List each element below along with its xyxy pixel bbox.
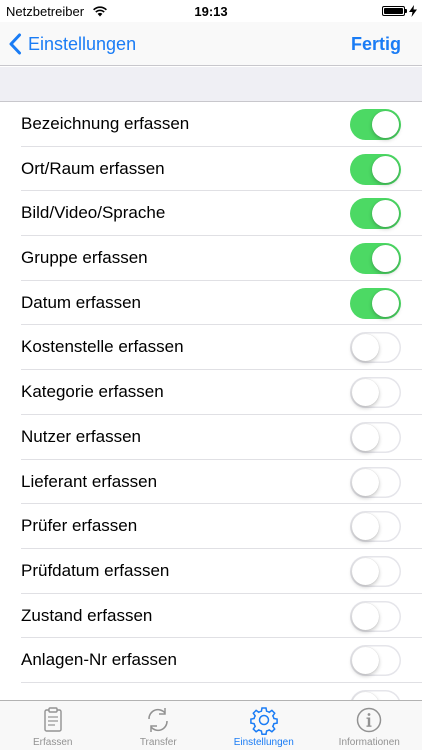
section-header-gap (0, 67, 422, 102)
back-button-label: Einstellungen (28, 33, 137, 54)
toggle-knob (352, 602, 379, 630)
settings-row: Prüfer erfassen (0, 504, 422, 549)
settings-row-label: Ort/Raum erfassen (21, 158, 165, 178)
settings-row-label: Gruppe erfassen (21, 248, 148, 268)
status-time: 19:13 (194, 4, 228, 19)
settings-row: Datum erfassen (0, 281, 422, 326)
settings-row-label: Zustand erfassen (21, 605, 153, 625)
settings-row-label: Nutzer erfassen (21, 426, 141, 446)
toggle-switch[interactable] (350, 153, 401, 185)
toggle-switch[interactable] (350, 689, 401, 700)
tab-transfer[interactable]: Transfer (106, 701, 212, 750)
toggle-switch[interactable] (350, 243, 401, 275)
settings-row-label: Bild/Video/Sprache (21, 203, 166, 223)
tab-label: Einstellungen (233, 737, 294, 748)
toggle-switch[interactable] (350, 332, 401, 364)
tab-informationen[interactable]: Informationen (317, 701, 422, 750)
toggle-switch[interactable] (350, 421, 401, 453)
tab-label: Erfassen (33, 737, 73, 748)
settings-row (0, 683, 422, 700)
toggle-switch[interactable] (350, 511, 401, 543)
toggle-knob (352, 468, 379, 496)
tab-bar: Erfassen Transfer Einstellungen Information… (0, 700, 422, 750)
tab-einstellungen[interactable]: Einstellungen (211, 701, 317, 750)
toggle-knob (372, 200, 399, 228)
settings-row: Ort/Raum erfassen (0, 147, 422, 192)
toggle-switch[interactable] (350, 377, 401, 409)
settings-row: Bild/Video/Sprache (0, 191, 422, 236)
toggle-knob (352, 334, 379, 362)
toggle-knob (372, 155, 399, 183)
done-button[interactable]: Fertig (351, 22, 401, 66)
settings-row-label: Kostenstelle erfassen (21, 337, 184, 357)
toggle-knob (352, 379, 379, 407)
toggle-switch[interactable] (350, 600, 401, 632)
settings-row: Bezeichnung erfassen (0, 102, 422, 147)
settings-row: Kategorie erfassen (0, 370, 422, 415)
settings-row: Zustand erfassen (0, 594, 422, 639)
toggle-knob (352, 691, 379, 700)
toggle-switch[interactable] (350, 109, 401, 140)
charging-bolt-icon (409, 5, 417, 17)
toggle-knob (352, 557, 379, 585)
settings-row: Anlagen-Nr erfassen (0, 638, 422, 683)
tab-erfassen[interactable]: Erfassen (0, 701, 106, 750)
clipboard-icon (38, 705, 68, 735)
settings-row-label: Prüfer erfassen (21, 516, 138, 536)
tab-label: Informationen (338, 737, 400, 748)
toggle-switch[interactable] (350, 287, 401, 319)
settings-row-label: Bezeichnung erfassen (21, 114, 190, 133)
settings-row-label: Lieferant erfassen (21, 471, 158, 491)
tab-label: Transfer (139, 737, 177, 748)
toggle-knob (372, 289, 399, 317)
toggle-knob (372, 245, 399, 273)
settings-row-label: Datum erfassen (21, 292, 141, 312)
toggle-knob (352, 513, 379, 541)
toggle-switch[interactable] (350, 466, 401, 498)
gear-icon (249, 705, 279, 735)
settings-row: Lieferant erfassen (0, 460, 422, 505)
settings-row-label: Kategorie erfassen (21, 382, 164, 402)
toggle-knob (372, 111, 399, 138)
settings-row: Prüfdatum erfassen (0, 549, 422, 594)
settings-row: Gruppe erfassen (0, 236, 422, 281)
settings-row: Nutzer erfassen (0, 415, 422, 460)
sync-icon (143, 705, 173, 735)
settings-row-label: Prüfdatum erfassen (21, 560, 170, 580)
toggle-switch[interactable] (350, 198, 401, 230)
battery-icon (382, 6, 407, 16)
status-bar: Netzbetreiber 19:13 (0, 0, 422, 22)
settings-row-label: Anlagen-Nr erfassen (21, 650, 177, 670)
toggle-switch[interactable] (350, 645, 401, 677)
chevron-left-icon (9, 33, 21, 55)
settings-list[interactable]: Bezeichnung erfassen Ort/Raum erfassen Bil… (0, 102, 422, 700)
back-button[interactable]: Einstellungen (8, 22, 136, 66)
navigation-bar: Einstellungen Fertig (0, 22, 422, 66)
toggle-knob (352, 647, 379, 675)
toggle-knob (352, 423, 379, 451)
info-icon (354, 705, 384, 735)
settings-row: Kostenstelle erfassen (0, 325, 422, 370)
toggle-switch[interactable] (350, 555, 401, 587)
